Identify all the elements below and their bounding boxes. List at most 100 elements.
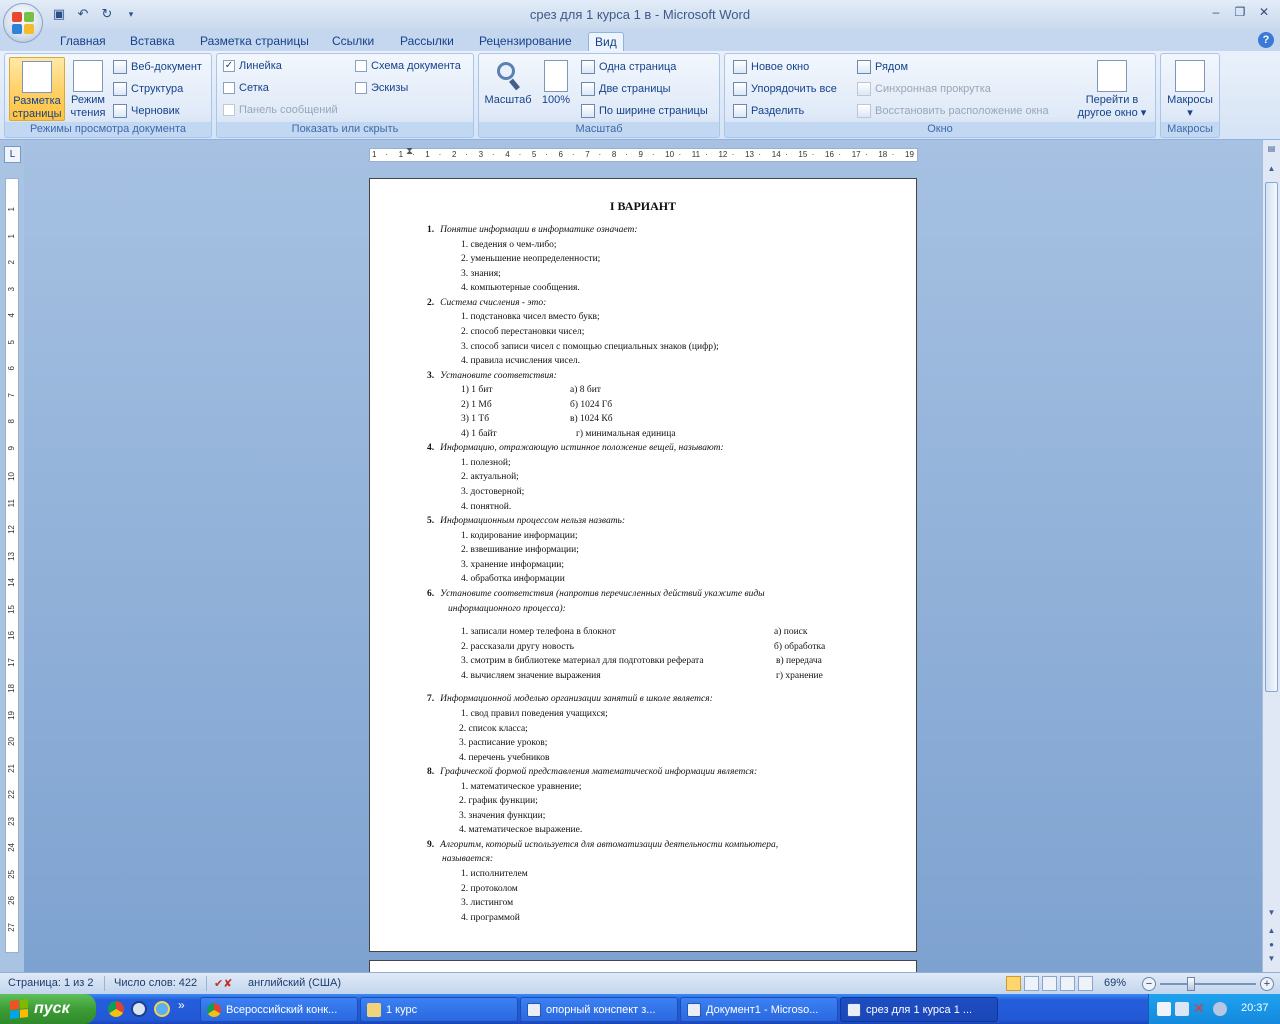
- browse-object-icon[interactable]: ●: [1265, 940, 1278, 953]
- more-quicklaunch-icon[interactable]: »: [178, 998, 185, 1012]
- spelling-check-icon[interactable]: ✔✘: [214, 977, 232, 990]
- previous-page-icon[interactable]: ▲: [1265, 926, 1278, 939]
- document-page-2[interactable]: [369, 960, 917, 972]
- draft-view-icon[interactable]: [1078, 976, 1093, 991]
- reading-view-icon[interactable]: [1024, 976, 1039, 991]
- tab-references[interactable]: Ссылки: [326, 32, 380, 51]
- ruler-tick-label: 4: [7, 313, 16, 318]
- tab-mailings[interactable]: Рассылки: [394, 32, 460, 51]
- ruler-tick-label: 11: [691, 150, 701, 159]
- split-button[interactable]: Разделить: [733, 104, 804, 118]
- word-count[interactable]: Число слов: 422: [114, 977, 197, 989]
- indent-marker-icon[interactable]: ⧗: [406, 146, 413, 157]
- question-9-continued: называется:: [442, 854, 494, 864]
- window-controls: – ❐ ✕: [1206, 4, 1274, 20]
- maximize-button[interactable]: ❐: [1230, 4, 1250, 20]
- close-button[interactable]: ✕: [1254, 4, 1274, 20]
- antivirus-icon[interactable]: ✕: [1193, 1000, 1209, 1016]
- word-doc-icon: [527, 1002, 541, 1017]
- macros-button[interactable]: Макросы ▾: [1163, 57, 1217, 121]
- office-button[interactable]: [3, 3, 43, 43]
- internet-explorer-icon[interactable]: [154, 1001, 170, 1017]
- answer: 4. понятной.: [461, 502, 512, 512]
- taskbar-item-word-active[interactable]: срез для 1 курса 1 ...: [840, 997, 998, 1022]
- vertical-ruler[interactable]: 1 1 2 3 4 5 6 7 8 9 10 11 12 13 14 15 16 17 18 19 20 21 22 23 24…: [5, 178, 19, 953]
- zoom-slider-thumb[interactable]: [1187, 977, 1196, 991]
- thumbnails-checkbox[interactable]: Эскизы: [355, 82, 408, 94]
- new-window-label: Новое окно: [751, 61, 810, 73]
- reset-position-button[interactable]: Восстановить расположение окна: [857, 104, 1049, 118]
- new-window-button[interactable]: Новое окно: [733, 60, 809, 74]
- ruler-checkbox[interactable]: ✓ Линейка: [223, 60, 282, 72]
- grid-label: Сетка: [239, 82, 269, 94]
- taskbar-item-browser[interactable]: Всероссийский конк...: [200, 997, 358, 1022]
- tab-selector[interactable]: L: [4, 146, 21, 163]
- ruler-tick-label: 11: [7, 498, 16, 507]
- media-player-icon[interactable]: [131, 1001, 147, 1017]
- help-icon[interactable]: ?: [1258, 32, 1274, 48]
- match-left: 2. рассказали другу новость: [461, 642, 575, 652]
- minimize-button[interactable]: –: [1206, 4, 1226, 20]
- next-page-icon[interactable]: ▼: [1265, 954, 1278, 967]
- tab-insert[interactable]: Вставка: [124, 32, 181, 51]
- clock[interactable]: 20:37: [1241, 1002, 1269, 1014]
- scrollbar-thumb[interactable]: [1265, 182, 1278, 692]
- start-button[interactable]: пуск: [0, 994, 96, 1024]
- print-layout-view-icon[interactable]: [1006, 976, 1021, 991]
- ruler-tick-label: 9: [7, 445, 16, 450]
- page-width-button[interactable]: По ширине страницы: [581, 104, 708, 118]
- message-bar-checkbox[interactable]: Панель сообщений: [223, 104, 338, 116]
- answer: 3. достоверной;: [461, 487, 525, 497]
- outline-view-icon[interactable]: [1060, 976, 1075, 991]
- one-page-button[interactable]: Одна страница: [581, 60, 676, 74]
- scroll-down-icon[interactable]: ▼: [1265, 908, 1278, 921]
- match-left: 1. записали номер телефона в блокнот: [461, 627, 616, 637]
- match-right: б) обработка: [774, 642, 826, 652]
- tab-review[interactable]: Рецензирование: [473, 32, 578, 51]
- draft-button[interactable]: Черновик: [113, 104, 180, 118]
- two-pages-label: Две страницы: [599, 83, 671, 95]
- outline-button[interactable]: Структура: [113, 82, 183, 96]
- ruler-tick-label: 9: [638, 150, 643, 159]
- draft-label: Черновик: [131, 105, 180, 117]
- page-count[interactable]: Страница: 1 из 2: [8, 977, 94, 989]
- zoom-out-icon[interactable]: −: [1142, 977, 1156, 991]
- document-map-checkbox[interactable]: Схема документа: [355, 60, 461, 72]
- answer: 4. правила исчисления чисел.: [461, 356, 581, 366]
- document-page[interactable]: I ВАРИАНТ 1. Понятие информации в информа…: [369, 178, 917, 952]
- reading-mode-button[interactable]: Режим чтения: [67, 57, 109, 121]
- zoom-button[interactable]: Масштаб: [481, 57, 535, 121]
- page-width-label: По ширине страницы: [599, 105, 708, 117]
- horizontal-ruler[interactable]: 1 · 1 · 1 · 2 · 3 · 4 · 5 · 6 · 7 · 8 · 9 · 10 · 11 · 12 · 13 · 14 · 15 ·…: [369, 146, 918, 162]
- network-icon[interactable]: [1157, 1002, 1171, 1016]
- volume-icon[interactable]: [1175, 1002, 1189, 1016]
- tab-home[interactable]: Главная: [54, 32, 112, 51]
- zoom-in-icon[interactable]: +: [1260, 977, 1274, 991]
- print-layout-button[interactable]: Разметка страницы: [9, 57, 65, 121]
- grid-checkbox[interactable]: Сетка: [223, 82, 269, 94]
- zoom-100-button[interactable]: 100%: [537, 57, 575, 121]
- side-by-side-button[interactable]: Рядом: [857, 60, 908, 74]
- sync-scroll-button[interactable]: Синхронная прокрутка: [857, 82, 991, 96]
- ruler-tick-label: ·: [758, 150, 762, 159]
- tab-view[interactable]: Вид: [588, 32, 624, 51]
- ruler-toggle-icon[interactable]: ▤: [1265, 144, 1278, 157]
- tab-page-layout[interactable]: Разметка страницы: [194, 32, 315, 51]
- web-layout-button[interactable]: Веб-документ: [113, 60, 202, 74]
- chrome-icon[interactable]: [108, 1001, 124, 1017]
- two-pages-button[interactable]: Две страницы: [581, 82, 671, 96]
- scroll-up-icon[interactable]: ▲: [1265, 164, 1278, 177]
- zoom-slider[interactable]: [1160, 983, 1256, 985]
- zoom-level[interactable]: 69%: [1104, 977, 1126, 989]
- vertical-scrollbar[interactable]: ▤ ▲ ▼ ▲ ● ▼: [1262, 140, 1280, 972]
- arrange-all-button[interactable]: Упорядочить все: [733, 82, 837, 96]
- message-bar-label: Панель сообщений: [239, 104, 338, 116]
- tray-status-icon[interactable]: [1213, 1002, 1227, 1016]
- taskbar-item-folder[interactable]: 1 курс: [360, 997, 518, 1022]
- web-view-icon[interactable]: [1042, 976, 1057, 991]
- switch-windows-button[interactable]: Перейти в другое окно ▾: [1071, 57, 1153, 121]
- taskbar-item-word-2[interactable]: Документ1 - Microso...: [680, 997, 838, 1022]
- taskbar-item-word-1[interactable]: опорный конспект з...: [520, 997, 678, 1022]
- ruler-tick-label: 26: [7, 896, 16, 905]
- language-indicator[interactable]: английский (США): [248, 977, 341, 989]
